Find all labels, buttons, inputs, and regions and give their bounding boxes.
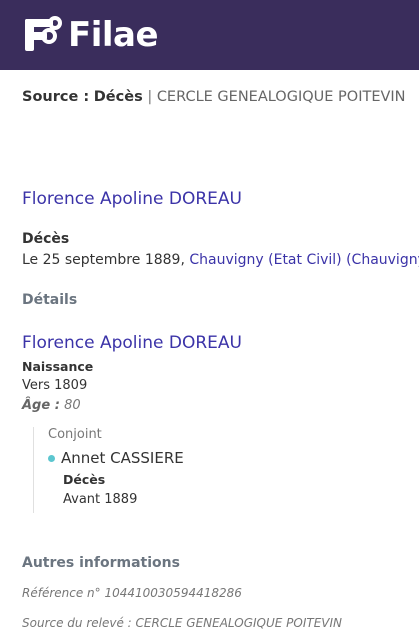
event-line: Le 25 septembre 1889, Chauvigny (Etat Ci…: [22, 252, 419, 268]
details-person-name[interactable]: Florence Apoline DOREAU: [22, 333, 242, 353]
age-line: Âge : 80: [22, 398, 81, 413]
birth-date: Vers 1809: [22, 378, 88, 393]
details-heading: Détails: [22, 292, 78, 308]
site-header: Filae: [0, 0, 419, 70]
filae-logo[interactable]: Filae: [22, 15, 159, 55]
spouse-label: Conjoint: [48, 427, 102, 442]
event-place-link[interactable]: Chauvigny (Etat Civil) (Chauvigny,: [189, 252, 419, 268]
source-line: Source : Décès | CERCLE GENEALOGIQUE POI…: [22, 89, 406, 105]
source-type: Décès: [93, 89, 143, 105]
brand-name: Filae: [68, 15, 159, 55]
spouse-event-label: Décès: [63, 472, 106, 487]
birth-label: Naissance: [22, 359, 94, 374]
spouse-name-row[interactable]: Annet CASSIERE: [48, 449, 184, 467]
spouse-event-date: Avant 1889: [63, 492, 138, 507]
source-label: Source :: [22, 89, 90, 105]
age-label: Âge :: [22, 398, 60, 413]
event-date: Le 25 septembre 1889,: [22, 252, 185, 268]
event-heading: Décès: [22, 231, 70, 247]
record-person-name[interactable]: Florence Apoline DOREAU: [22, 189, 242, 209]
source-note: Source du relevé : CERCLE GENEALOGIQUE P…: [22, 616, 343, 630]
other-info-heading: Autres informations: [22, 555, 180, 571]
filae-logo-icon: [22, 15, 62, 55]
age-value: 80: [64, 398, 81, 413]
bullet-dot-icon: [48, 454, 55, 462]
spouse-name: Annet CASSIERE: [61, 449, 184, 467]
reference-number: Référence n° 104410030594418286: [22, 586, 242, 600]
source-separator: |: [147, 89, 153, 105]
spouse-block: Conjoint Annet CASSIERE Décès Avant 1889: [33, 427, 283, 513]
source-org: CERCLE GENEALOGIQUE POITEVIN: [156, 89, 406, 105]
